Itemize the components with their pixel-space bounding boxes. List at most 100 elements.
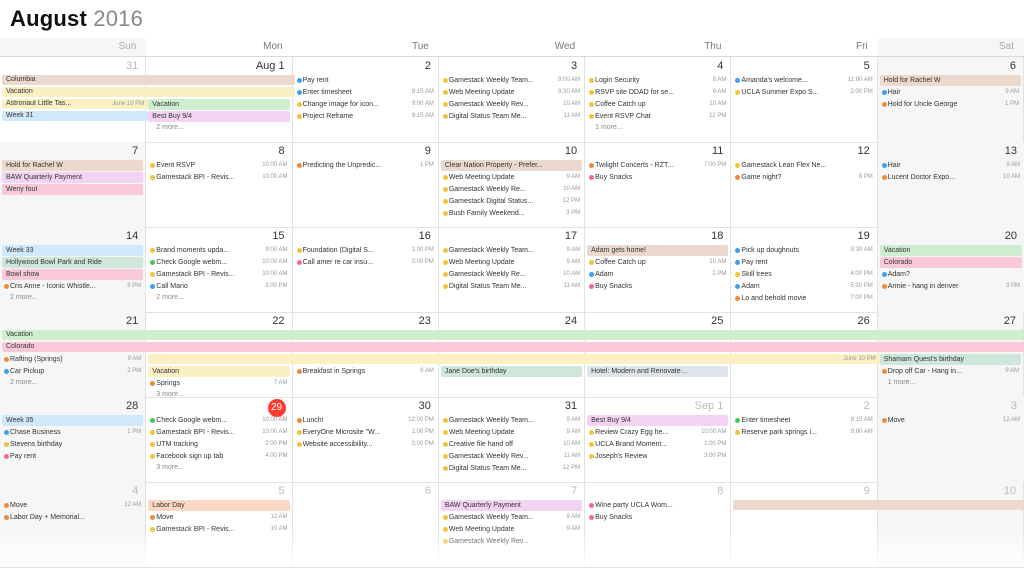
day-cell[interactable]: 14Week 33Hollywood Bowl Park and RideBow… — [0, 227, 146, 312]
day-cell[interactable]: 8Event RSVP10:00 AMGamestack BPI - Revis… — [146, 142, 292, 227]
timed-event[interactable]: Stevens birthday — [2, 439, 143, 450]
timed-event[interactable]: Twilight Concerts - RZT...7:00 PM — [587, 160, 728, 171]
timed-event[interactable]: Gamestack BPI - Revis...10:00 AM — [148, 172, 289, 183]
timed-event[interactable]: Gamestack BPI - Revis...10:00 AM — [148, 269, 289, 280]
day-cell[interactable]: 13Hair9 AMLucent Doctor Expo...10 AM — [878, 142, 1024, 227]
day-cell[interactable]: 27Shamam Quest's birthdayDrop off Car - … — [878, 312, 1024, 397]
timed-event[interactable]: Web Meeting Update9:30 AM — [441, 87, 582, 98]
timed-event[interactable]: Wine party UCLA Wom... — [587, 500, 728, 511]
day-cell[interactable]: Sep 1Best Buy 9/4Review Crazy Egg he...1… — [585, 397, 731, 482]
all-day-event[interactable]: Labor Day — [148, 500, 289, 511]
timed-event[interactable]: Chase Business1 PM — [2, 427, 143, 438]
more-events-link[interactable]: 2 more... — [2, 293, 143, 303]
all-day-event[interactable]: Colorado — [880, 257, 1022, 268]
timed-event[interactable]: Move12 AM — [2, 500, 143, 511]
more-events-link[interactable]: 3 more... — [148, 463, 289, 473]
multi-day-event-bar[interactable]: Vacation — [2, 330, 1024, 340]
more-events-link[interactable]: 1 more... — [587, 123, 728, 133]
all-day-event[interactable]: BAW Quarterly Payment — [2, 172, 143, 183]
all-day-event[interactable]: Best Buy 9/4 — [148, 111, 289, 122]
day-cell[interactable]: 2Enter timesheet8:15 AMReserve park spri… — [731, 397, 877, 482]
timed-event[interactable]: Foundation (Digital S...1:00 PM — [295, 245, 436, 256]
multi-day-event-bar[interactable]: Week 31 — [2, 111, 148, 121]
timed-event[interactable]: Check Google webm...10:00 AM — [148, 415, 289, 426]
day-cell[interactable]: 2Pay rentEnter timesheet8:15 AMChange im… — [293, 57, 439, 142]
timed-event[interactable]: Change image for icon...9:00 AM — [295, 99, 436, 110]
timed-event[interactable]: Labor Day + Memorial... — [2, 512, 143, 523]
timed-event[interactable]: Gamestack Lean Flex Ne... — [733, 160, 874, 171]
timed-event[interactable]: Gamestack BPI - Revis...10 AM — [148, 524, 289, 535]
all-day-event[interactable]: Shamam Quest's birthday — [880, 354, 1021, 365]
timed-event[interactable]: Check Google webm...10:00 AM — [148, 257, 289, 268]
timed-event[interactable]: Gamestack Weekly Rev...11 AM — [441, 451, 582, 462]
all-day-event[interactable]: Vacation — [148, 99, 289, 110]
day-cell[interactable]: 29Check Google webm...10:00 AMGamestack … — [146, 397, 292, 482]
timed-event[interactable]: Move12 AM — [880, 415, 1022, 426]
day-cell[interactable]: 19Pick up doughnuts8:30 AMPay rentSkill … — [731, 227, 877, 312]
timed-event[interactable]: Login Security8 AM — [587, 75, 728, 86]
timed-event[interactable]: Move12 AM — [148, 512, 289, 523]
timed-event[interactable]: Cris Anne - Iconic Whistle...8 PM — [2, 281, 143, 292]
all-day-event[interactable]: Best Buy 9/4 — [587, 415, 728, 426]
timed-event[interactable]: Gamestack Weekly Team...9 AM — [441, 415, 582, 426]
timed-event[interactable]: Reserve park springs i...9:00 AM — [733, 427, 874, 438]
timed-event[interactable]: Adam2 PM — [587, 269, 728, 280]
all-day-event[interactable]: Hold for Rachel W — [2, 160, 143, 171]
timed-event[interactable]: Hair9 AM — [880, 87, 1021, 98]
timed-event[interactable]: Predicting the Unpredic...1 PM — [295, 160, 436, 171]
day-cell[interactable]: 20VacationColoradoAdam?Armie - hang in d… — [878, 227, 1024, 312]
day-cell[interactable]: 21Rafting (Springs)9 AMCar Pickup2 PM2 m… — [0, 312, 146, 397]
all-day-event[interactable]: Vacation — [148, 366, 289, 377]
multi-day-event-bar[interactable]: Columbia — [2, 75, 295, 85]
timed-event[interactable]: Hold for Uncle George1 PM — [880, 99, 1021, 110]
timed-event[interactable]: Lunch!12:00 PM — [295, 415, 436, 426]
timed-event[interactable]: UCLA Summer Expo S...2:00 PM — [733, 87, 874, 98]
more-events-link[interactable]: 3 more... — [148, 390, 289, 397]
day-cell[interactable]: 9Predicting the Unpredic...1 PM — [293, 142, 439, 227]
timed-event[interactable]: Joseph's Review3:00 PM — [587, 451, 728, 462]
timed-event[interactable]: Springs7 AM — [148, 378, 289, 389]
day-cell[interactable]: 5Labor DayMove12 AMGamestack BPI - Revis… — [146, 482, 292, 567]
day-cell[interactable]: 28Week 35Chase Business1 PMStevens birth… — [0, 397, 146, 482]
timed-event[interactable]: Brand moments upda...9:00 AM — [148, 245, 289, 256]
multi-day-event-bar[interactable] — [733, 500, 1024, 510]
timed-event[interactable]: Pay rent — [733, 257, 874, 268]
day-cell[interactable]: 15Brand moments upda...9:00 AMCheck Goog… — [146, 227, 292, 312]
timed-event[interactable]: Skill trees4:00 PM — [733, 269, 874, 280]
day-cell[interactable]: 3Move12 AM — [878, 397, 1024, 482]
timed-event[interactable]: Enter timesheet8:15 AM — [733, 415, 874, 426]
timed-event[interactable]: Review Crazy Egg he...10:00 AM — [587, 427, 728, 438]
timed-event[interactable]: Buy Snacks — [587, 512, 728, 523]
timed-event[interactable]: Hair9 AM — [880, 160, 1022, 171]
timed-event[interactable]: Pick up doughnuts8:30 AM — [733, 245, 874, 256]
timed-event[interactable]: Event RSVP10:00 AM — [148, 160, 289, 171]
timed-event[interactable]: Gamestack Weekly Team...9 AM — [441, 512, 582, 523]
timed-event[interactable]: RSVP site DDAD for se...9 AM — [587, 87, 728, 98]
timed-event[interactable]: Gamestack Weekly Team...9 AM — [441, 245, 582, 256]
timed-event[interactable]: Adam? — [880, 269, 1022, 280]
timed-event[interactable]: Enter timesheet8:15 AM — [295, 87, 436, 98]
day-cell[interactable]: 4Move12 AMLabor Day + Memorial... — [0, 482, 146, 567]
timed-event[interactable]: Facebook sign up tab4:00 PM — [148, 451, 289, 462]
timed-event[interactable]: Coffee Catch up10 AM — [587, 99, 728, 110]
timed-event[interactable]: Project Reframe9:15 AM — [295, 111, 436, 122]
all-day-event[interactable]: Clear Nation Property - Prefer... — [441, 160, 582, 171]
all-day-event[interactable]: Adam gets home! — [587, 245, 728, 256]
day-cell[interactable]: 4Login Security8 AMRSVP site DDAD for se… — [585, 57, 731, 142]
day-cell[interactable]: 18Adam gets home!Coffee Catch up10 AMAda… — [585, 227, 731, 312]
timed-event[interactable]: Game night?8 PM — [733, 172, 874, 183]
more-events-link[interactable]: 2 more... — [148, 293, 289, 303]
timed-event[interactable]: Pay rent — [2, 451, 143, 462]
timed-event[interactable]: Website accessibility...3:00 PM — [295, 439, 436, 450]
day-cell[interactable]: 12Gamestack Lean Flex Ne...Game night?8 … — [731, 142, 877, 227]
all-day-event[interactable]: Weny fout — [2, 184, 143, 195]
timed-event[interactable]: UTM tracking2:00 PM — [148, 439, 289, 450]
all-day-event[interactable]: Hotel: Modern and Renovated Room, 10 min… — [587, 366, 728, 377]
more-events-link[interactable]: 2 more... — [2, 378, 143, 388]
day-cell[interactable]: 16Foundation (Digital S...1:00 PMCall am… — [293, 227, 439, 312]
timed-event[interactable]: Gamestack Weekly Rev...10 AM — [441, 99, 582, 110]
multi-day-event-bar[interactable]: Vacation — [2, 87, 295, 97]
timed-event[interactable]: Armie - hang in denver3 PM — [880, 281, 1022, 292]
day-cell[interactable]: 6 — [293, 482, 439, 567]
all-day-event[interactable]: Vacation — [880, 245, 1022, 256]
